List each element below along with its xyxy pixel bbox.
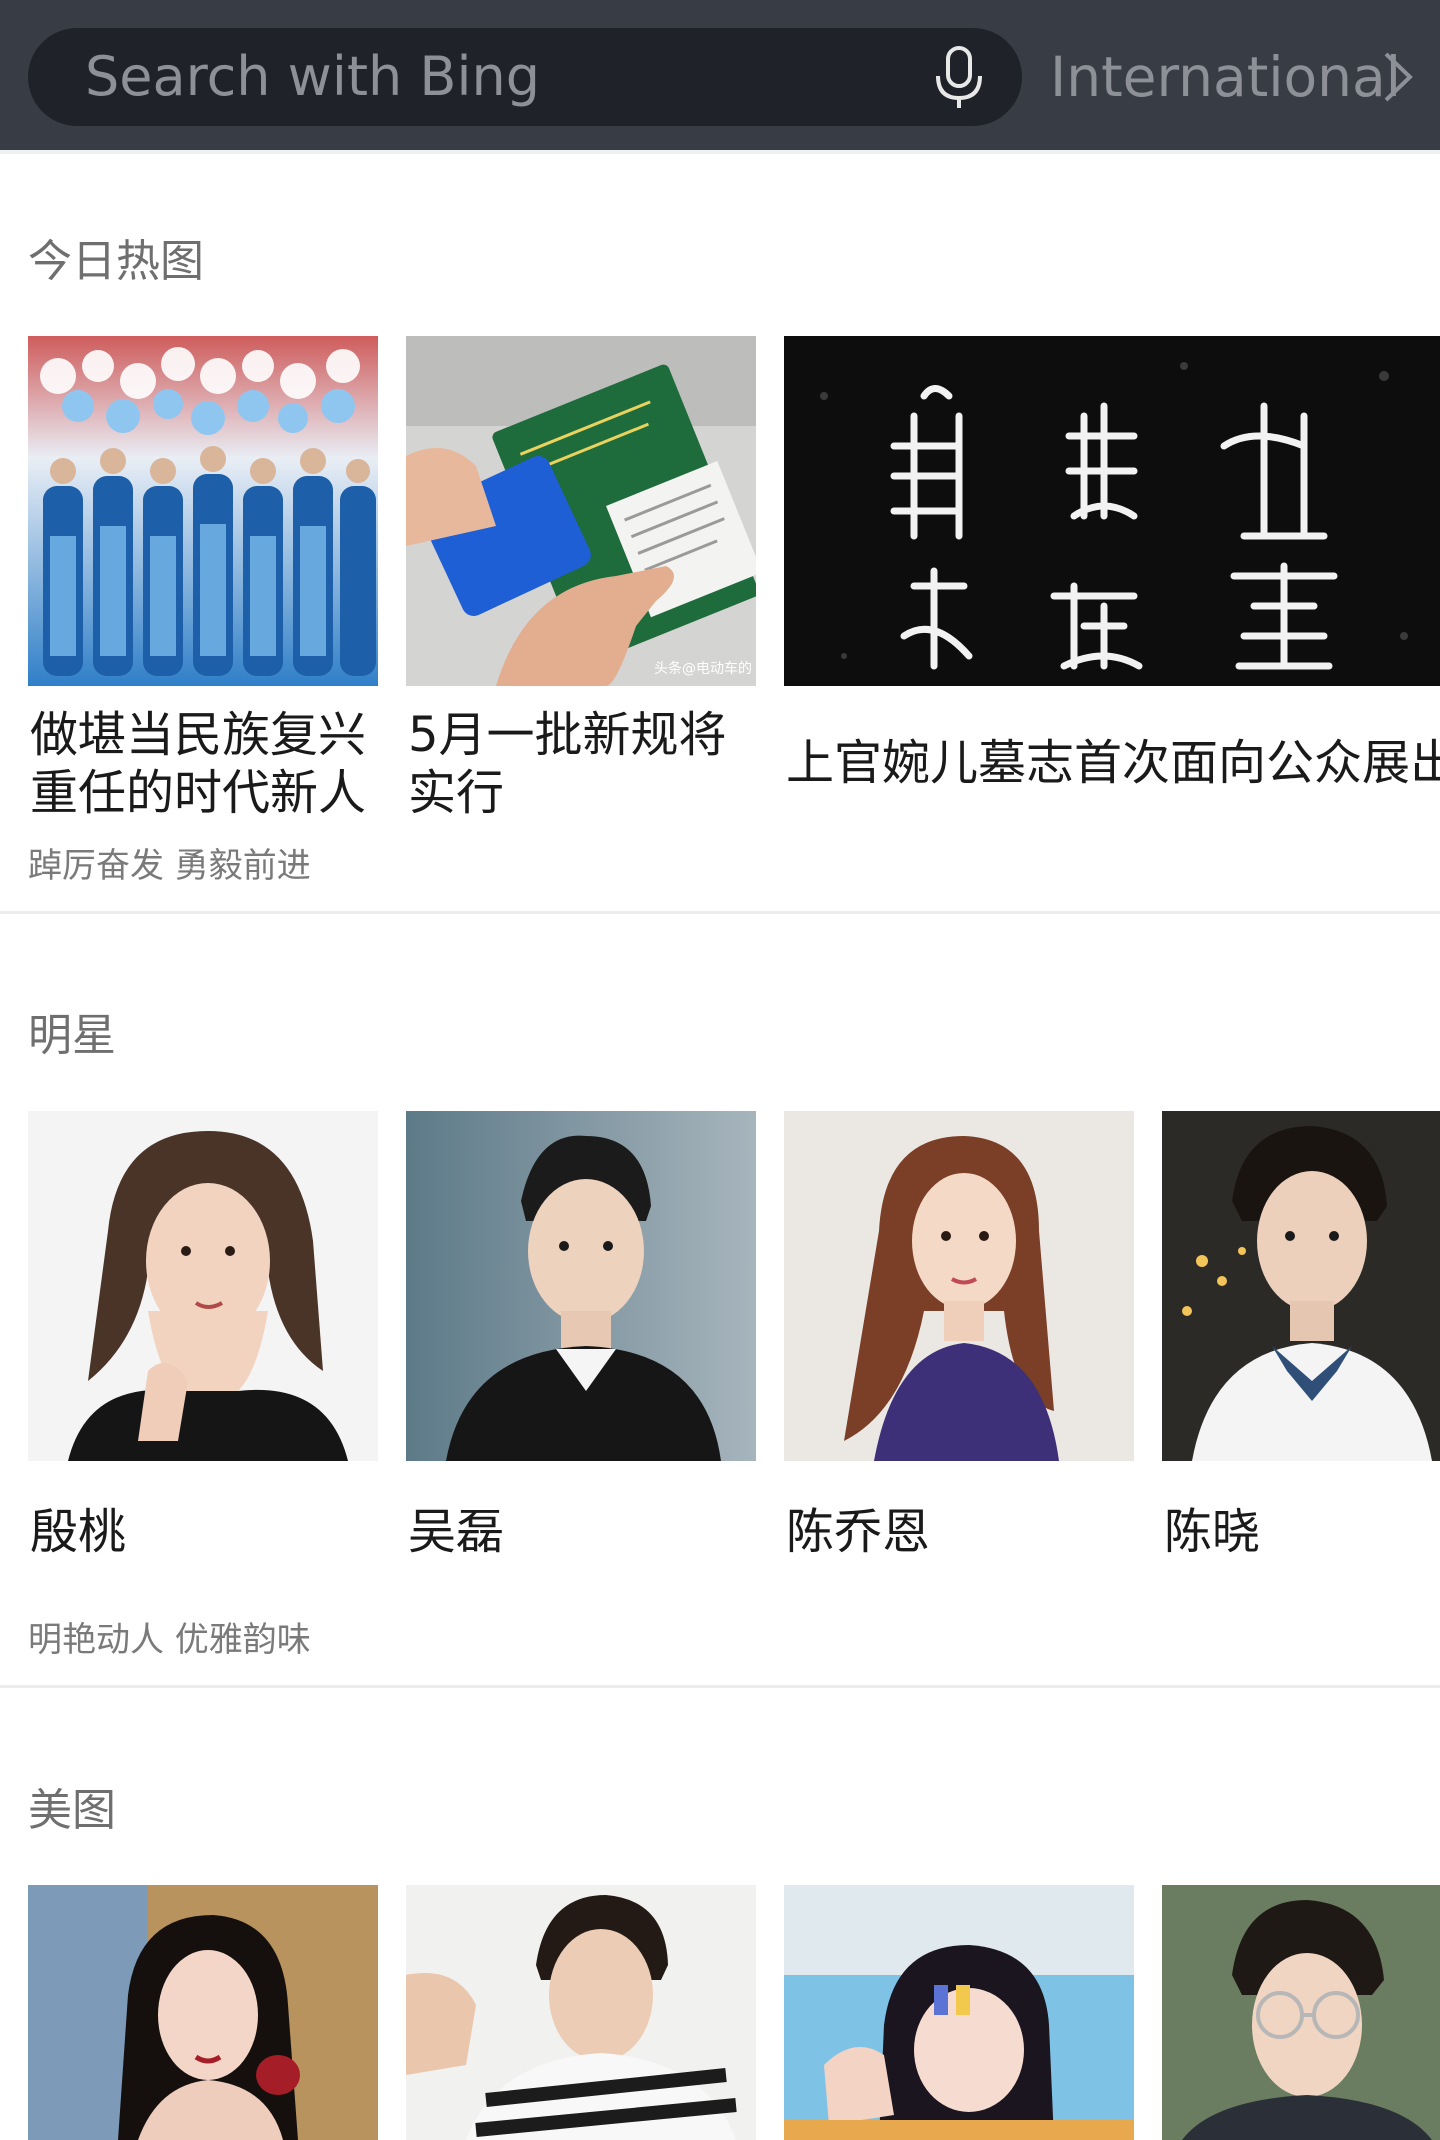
celebrity-name-1: 殷桃 <box>30 1504 127 1560</box>
picture-card-1[interactable] <box>28 1885 378 2140</box>
hot-card-2-image: 头条@电动车的 <box>406 336 756 686</box>
hot-card-1-caption-line2: 重任的时代新人 <box>30 765 367 821</box>
celebrity-card-3-image <box>784 1111 1134 1461</box>
picture-card-4[interactable] <box>1162 1885 1440 2140</box>
watermark-text: 头条@电动车的 <box>654 661 752 677</box>
section-title-hot-pictures: 今日热图 <box>28 236 204 287</box>
picture-card-1-image <box>28 1885 378 2140</box>
section-title-celebrities: 明星 <box>28 1010 116 1061</box>
celebrity-card-3[interactable]: 陈乔恩 <box>784 1111 1134 1571</box>
hot-card-2[interactable]: 头条@电动车的 5月一批新规将 实行 <box>406 336 756 836</box>
region-selector[interactable]: International <box>1050 28 1401 126</box>
picture-card-3[interactable] <box>784 1885 1134 2140</box>
celebrity-card-4[interactable]: 陈晓 <box>1162 1111 1440 1571</box>
picture-card-3-image <box>784 1885 1134 2140</box>
celebrity-name-2: 吴磊 <box>408 1504 505 1560</box>
search-input[interactable]: Search with Bing <box>28 28 1022 126</box>
hot-section-subcaption: 踔厉奋发 勇毅前进 <box>28 846 311 886</box>
hot-card-2-caption-line1: 5月一批新规将 <box>408 707 727 763</box>
section-divider-1 <box>0 911 1440 914</box>
celebrity-card-1[interactable]: 殷桃 <box>28 1111 378 1571</box>
hot-card-2-caption-line2: 实行 <box>408 765 505 821</box>
hot-card-3-image <box>784 336 1440 686</box>
picture-card-2[interactable] <box>406 1885 756 2140</box>
chevron-right-icon[interactable] <box>1380 50 1416 104</box>
celebrity-name-4: 陈晓 <box>1164 1504 1261 1560</box>
celebrity-card-4-image <box>1162 1111 1440 1461</box>
celebrity-section-subcaption: 明艳动人 优雅韵味 <box>28 1620 311 1660</box>
celebrity-card-1-image <box>28 1111 378 1461</box>
hot-card-1[interactable]: 做堪当民族复兴 重任的时代新人 <box>28 336 378 836</box>
celebrity-card-2[interactable]: 吴磊 <box>406 1111 756 1571</box>
hot-card-1-caption-line1: 做堪当民族复兴 <box>30 707 367 763</box>
header-divider <box>0 150 1440 154</box>
section-divider-2 <box>0 1685 1440 1688</box>
picture-card-4-image <box>1162 1885 1440 2140</box>
picture-card-2-image <box>406 1885 756 2140</box>
celebrity-card-2-image <box>406 1111 756 1461</box>
top-search-bar: Search with Bing International <box>0 0 1440 150</box>
celebrity-name-3: 陈乔恩 <box>786 1504 931 1560</box>
search-placeholder: Search with Bing <box>85 45 540 108</box>
hot-card-3[interactable]: 上官婉儿墓志首次面向公众展出 <box>784 336 1440 836</box>
microphone-icon[interactable] <box>924 42 994 112</box>
section-title-beautiful-pictures: 美图 <box>28 1785 116 1836</box>
hot-card-3-caption: 上官婉儿墓志首次面向公众展出 <box>786 735 1440 791</box>
hot-card-1-image <box>28 336 378 686</box>
